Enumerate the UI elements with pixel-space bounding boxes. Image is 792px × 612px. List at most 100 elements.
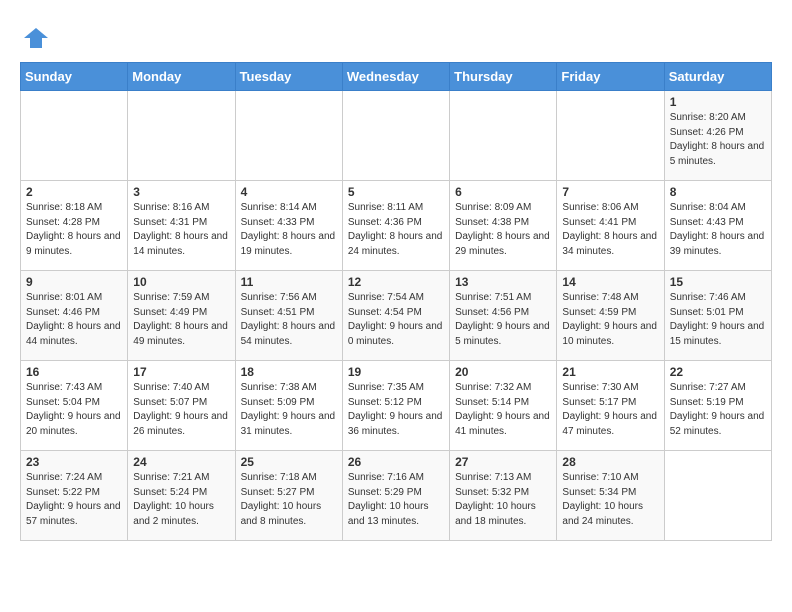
- calendar-day-cell: 2 Sunrise: 8:18 AM Sunset: 4:28 PM Daylig…: [21, 181, 128, 271]
- day-info: Sunrise: 8:04 AM Sunset: 4:43 PM Dayligh…: [670, 201, 766, 259]
- day-info: Sunrise: 8:11 AM Sunset: 4:36 PM Dayligh…: [348, 201, 444, 259]
- weekday-header-cell: Friday: [557, 63, 664, 91]
- calendar-day-cell: 24 Sunrise: 7:21 AM Sunset: 5:24 PM Dayli…: [128, 451, 235, 541]
- calendar-day-cell: 18 Sunrise: 7:38 AM Sunset: 5:09 PM Dayli…: [235, 361, 342, 451]
- calendar-day-cell: 20Sunrise: 7:32 AM Sunset: 5:14 PM Dayli…: [450, 361, 557, 451]
- calendar-day-cell: 15 Sunrise: 7:46 AM Sunset: 5:01 PM Dayli…: [664, 271, 771, 361]
- calendar-week-row: 23Sunrise: 7:24 AM Sunset: 5:22 PM Dayli…: [21, 451, 772, 541]
- calendar-day-cell: 21 Sunrise: 7:30 AM Sunset: 5:17 PM Dayli…: [557, 361, 664, 451]
- day-number: 5: [348, 185, 444, 199]
- day-info: Sunrise: 7:46 AM Sunset: 5:01 PM Dayligh…: [670, 291, 766, 349]
- logo-icon: [22, 24, 50, 52]
- calendar-body: 1 Sunrise: 8:20 AM Sunset: 4:26 PM Daylig…: [21, 91, 772, 541]
- day-info: Sunrise: 7:32 AM Sunset: 5:14 PM Dayligh…: [455, 381, 551, 439]
- day-info: Sunrise: 8:14 AM Sunset: 4:33 PM Dayligh…: [241, 201, 337, 259]
- day-number: 12: [348, 275, 444, 289]
- calendar-day-cell: 13 Sunrise: 7:51 AM Sunset: 4:56 PM Dayli…: [450, 271, 557, 361]
- calendar-day-cell: 16 Sunrise: 7:43 AM Sunset: 5:04 PM Dayli…: [21, 361, 128, 451]
- calendar-day-cell: 28 Sunrise: 7:10 AM Sunset: 5:34 PM Dayli…: [557, 451, 664, 541]
- calendar-day-cell: [450, 91, 557, 181]
- calendar-day-cell: 26 Sunrise: 7:16 AM Sunset: 5:29 PM Dayli…: [342, 451, 449, 541]
- day-number: 26: [348, 455, 444, 469]
- weekday-header-cell: Saturday: [664, 63, 771, 91]
- header: [20, 20, 772, 52]
- day-info: Sunrise: 8:09 AM Sunset: 4:38 PM Dayligh…: [455, 201, 551, 259]
- day-info: Sunrise: 7:59 AM Sunset: 4:49 PM Dayligh…: [133, 291, 229, 349]
- weekday-header-cell: Sunday: [21, 63, 128, 91]
- calendar-day-cell: 1 Sunrise: 8:20 AM Sunset: 4:26 PM Daylig…: [664, 91, 771, 181]
- day-info: Sunrise: 7:48 AM Sunset: 4:59 PM Dayligh…: [562, 291, 658, 349]
- day-info: Sunrise: 8:20 AM Sunset: 4:26 PM Dayligh…: [670, 111, 766, 169]
- calendar-day-cell: 3 Sunrise: 8:16 AM Sunset: 4:31 PM Daylig…: [128, 181, 235, 271]
- calendar-day-cell: [342, 91, 449, 181]
- calendar-day-cell: 14 Sunrise: 7:48 AM Sunset: 4:59 PM Dayli…: [557, 271, 664, 361]
- calendar-day-cell: [557, 91, 664, 181]
- day-number: 10: [133, 275, 229, 289]
- weekday-header-row: SundayMondayTuesdayWednesdayThursdayFrid…: [21, 63, 772, 91]
- day-info: Sunrise: 7:51 AM Sunset: 4:56 PM Dayligh…: [455, 291, 551, 349]
- day-info: Sunrise: 7:13 AM Sunset: 5:32 PM Dayligh…: [455, 471, 551, 529]
- day-number: 14: [562, 275, 658, 289]
- calendar-day-cell: 12 Sunrise: 7:54 AM Sunset: 4:54 PM Dayli…: [342, 271, 449, 361]
- calendar-day-cell: 10 Sunrise: 7:59 AM Sunset: 4:49 PM Dayli…: [128, 271, 235, 361]
- calendar-day-cell: [21, 91, 128, 181]
- day-info: Sunrise: 7:16 AM Sunset: 5:29 PM Dayligh…: [348, 471, 444, 529]
- day-number: 25: [241, 455, 337, 469]
- calendar-day-cell: 6 Sunrise: 8:09 AM Sunset: 4:38 PM Daylig…: [450, 181, 557, 271]
- calendar-day-cell: [664, 451, 771, 541]
- day-info: Sunrise: 8:01 AM Sunset: 4:46 PM Dayligh…: [26, 291, 122, 349]
- day-number: 28: [562, 455, 658, 469]
- calendar-week-row: 16 Sunrise: 7:43 AM Sunset: 5:04 PM Dayli…: [21, 361, 772, 451]
- day-info: Sunrise: 7:30 AM Sunset: 5:17 PM Dayligh…: [562, 381, 658, 439]
- calendar-week-row: 1 Sunrise: 8:20 AM Sunset: 4:26 PM Daylig…: [21, 91, 772, 181]
- calendar-day-cell: 11 Sunrise: 7:56 AM Sunset: 4:51 PM Dayli…: [235, 271, 342, 361]
- calendar-day-cell: [235, 91, 342, 181]
- day-number: 19: [348, 365, 444, 379]
- day-info: Sunrise: 7:43 AM Sunset: 5:04 PM Dayligh…: [26, 381, 122, 439]
- calendar-day-cell: 23Sunrise: 7:24 AM Sunset: 5:22 PM Dayli…: [21, 451, 128, 541]
- day-number: 13: [455, 275, 551, 289]
- day-info: Sunrise: 7:27 AM Sunset: 5:19 PM Dayligh…: [670, 381, 766, 439]
- day-info: Sunrise: 8:18 AM Sunset: 4:28 PM Dayligh…: [26, 201, 122, 259]
- calendar-day-cell: 9Sunrise: 8:01 AM Sunset: 4:46 PM Daylig…: [21, 271, 128, 361]
- calendar-table: SundayMondayTuesdayWednesdayThursdayFrid…: [20, 62, 772, 541]
- calendar-day-cell: 27Sunrise: 7:13 AM Sunset: 5:32 PM Dayli…: [450, 451, 557, 541]
- day-info: Sunrise: 7:38 AM Sunset: 5:09 PM Dayligh…: [241, 381, 337, 439]
- day-number: 18: [241, 365, 337, 379]
- day-info: Sunrise: 7:54 AM Sunset: 4:54 PM Dayligh…: [348, 291, 444, 349]
- calendar-day-cell: 5 Sunrise: 8:11 AM Sunset: 4:36 PM Daylig…: [342, 181, 449, 271]
- day-number: 15: [670, 275, 766, 289]
- day-number: 22: [670, 365, 766, 379]
- weekday-header-cell: Wednesday: [342, 63, 449, 91]
- calendar-week-row: 2 Sunrise: 8:18 AM Sunset: 4:28 PM Daylig…: [21, 181, 772, 271]
- day-number: 4: [241, 185, 337, 199]
- day-info: Sunrise: 7:21 AM Sunset: 5:24 PM Dayligh…: [133, 471, 229, 529]
- logo: [20, 24, 50, 52]
- calendar-week-row: 9Sunrise: 8:01 AM Sunset: 4:46 PM Daylig…: [21, 271, 772, 361]
- day-info: Sunrise: 7:56 AM Sunset: 4:51 PM Dayligh…: [241, 291, 337, 349]
- day-number: 16: [26, 365, 122, 379]
- calendar-day-cell: 8Sunrise: 8:04 AM Sunset: 4:43 PM Daylig…: [664, 181, 771, 271]
- day-number: 21: [562, 365, 658, 379]
- day-number: 7: [562, 185, 658, 199]
- day-number: 17: [133, 365, 229, 379]
- day-info: Sunrise: 7:24 AM Sunset: 5:22 PM Dayligh…: [26, 471, 122, 529]
- calendar-day-cell: 17 Sunrise: 7:40 AM Sunset: 5:07 PM Dayli…: [128, 361, 235, 451]
- day-info: Sunrise: 8:16 AM Sunset: 4:31 PM Dayligh…: [133, 201, 229, 259]
- day-number: 2: [26, 185, 122, 199]
- calendar-day-cell: 4 Sunrise: 8:14 AM Sunset: 4:33 PM Daylig…: [235, 181, 342, 271]
- day-number: 3: [133, 185, 229, 199]
- day-info: Sunrise: 7:35 AM Sunset: 5:12 PM Dayligh…: [348, 381, 444, 439]
- day-info: Sunrise: 7:10 AM Sunset: 5:34 PM Dayligh…: [562, 471, 658, 529]
- calendar-day-cell: [128, 91, 235, 181]
- day-number: 11: [241, 275, 337, 289]
- day-number: 1: [670, 95, 766, 109]
- weekday-header-cell: Monday: [128, 63, 235, 91]
- calendar-day-cell: 22 Sunrise: 7:27 AM Sunset: 5:19 PM Dayli…: [664, 361, 771, 451]
- day-number: 24: [133, 455, 229, 469]
- day-info: Sunrise: 7:40 AM Sunset: 5:07 PM Dayligh…: [133, 381, 229, 439]
- day-info: Sunrise: 7:18 AM Sunset: 5:27 PM Dayligh…: [241, 471, 337, 529]
- weekday-header-cell: Thursday: [450, 63, 557, 91]
- day-number: 6: [455, 185, 551, 199]
- weekday-header-cell: Tuesday: [235, 63, 342, 91]
